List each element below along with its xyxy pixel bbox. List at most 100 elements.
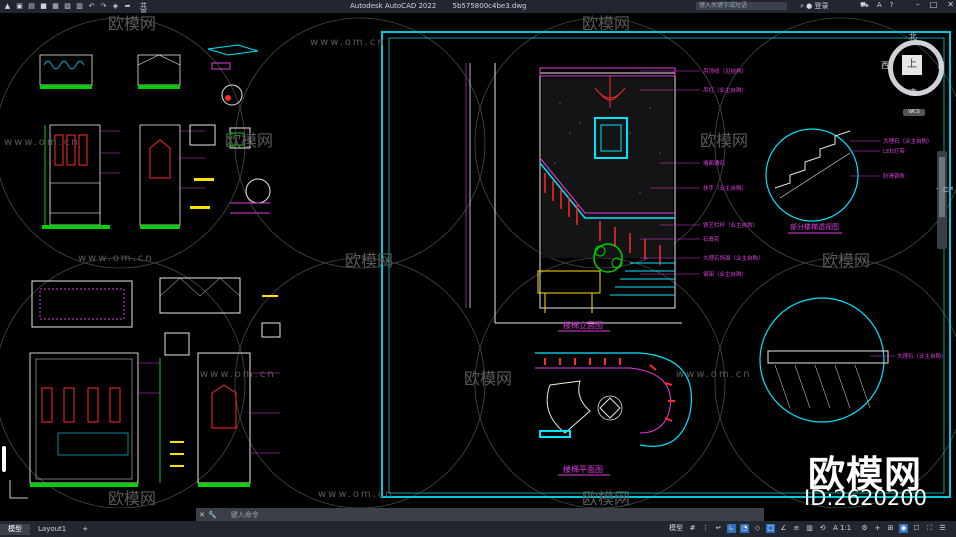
command-line[interactable]: ✕ 🔧 键入命令 (196, 508, 764, 521)
close-command-icon[interactable]: ✕ (196, 511, 208, 519)
callout-7: 大理石饰面（业主自购） (703, 256, 764, 262)
open-icon[interactable]: ▣ (16, 3, 23, 10)
minimize-icon[interactable]: – (916, 0, 920, 9)
model-space-button[interactable]: 模型 (668, 524, 684, 533)
customize-icon[interactable]: 🔧 (208, 511, 217, 519)
settings-gear-icon[interactable]: ⚙ (860, 524, 869, 533)
maximize-icon[interactable]: □ (930, 0, 938, 9)
status-tools-right: ⚙ + ⊞ ◉ ☐ ⛶ ☰ (860, 524, 947, 533)
viewcube-west[interactable]: 西 (881, 60, 889, 71)
wcs-button[interactable]: WCS (903, 109, 925, 116)
stair-plan (535, 352, 692, 476)
stair-plan-title: 楼梯平面图 (563, 465, 603, 474)
app-menu-icon[interactable]: ▲ (4, 3, 11, 10)
lineweight-icon[interactable]: ≡ (792, 524, 801, 533)
save-icon[interactable]: ■ (40, 3, 47, 10)
user-icon: ● (806, 2, 813, 10)
viewcube[interactable]: 上 北 南 西 东 (881, 32, 945, 98)
tab-model[interactable]: 模型 (0, 523, 30, 535)
search-input[interactable]: 键入关键字或短语 (696, 2, 787, 10)
callout-3: 墙面铺石 (703, 161, 726, 167)
infer-icon[interactable]: ↵ (714, 524, 723, 533)
wardrobe-elevation-bottom-left (29, 277, 281, 487)
cart-icon[interactable]: ⛟ (860, 1, 869, 10)
login-button[interactable]: ⌕ ● 登录 (800, 1, 829, 11)
autodesk-a360-icon[interactable]: A (877, 1, 882, 10)
polar-icon[interactable]: ◔ (740, 524, 749, 533)
ucs-icon (9, 480, 28, 499)
undo-icon[interactable]: ↶ (88, 3, 95, 10)
print-icon[interactable]: ▥ (76, 3, 83, 10)
titlebar-tools: ⛟ A ? (860, 1, 893, 10)
annotation-scale-icon[interactable]: A (831, 524, 840, 533)
fullscreen-icon[interactable]: ⛶ (925, 524, 934, 533)
share-arrow-icon[interactable]: ➦ (124, 3, 131, 10)
app-name: Autodesk AutoCAD 2022 (350, 2, 437, 10)
detail-title: 部分楼梯透视图 (790, 223, 839, 231)
stair-elevation (465, 63, 700, 332)
window-title: Autodesk AutoCAD 2022 5b575800c4be3.dwg (350, 2, 527, 10)
transparency-icon[interactable]: ▥ (805, 524, 814, 533)
navigation-bar[interactable] (937, 151, 947, 249)
watermark-url-1: www.om.cn (310, 37, 386, 48)
save-as-icon[interactable]: ▦ (52, 3, 59, 10)
drawing-canvas[interactable]: 楼梯立面图 楼梯平面图 部分楼梯透视图 吊顶线（见结构） 吊灯（业主自购） 墙面… (0, 13, 956, 510)
detail-callout-2: LED灯带 (883, 149, 905, 155)
detail-circle-top (765, 128, 880, 234)
watermark-brand-5: 欧模网 (345, 251, 394, 270)
callout-6: 石膏花 (703, 237, 720, 243)
workspace-icon[interactable]: ◈ (112, 3, 119, 10)
detail-callout-1: 大理石（业主自购） (883, 139, 933, 145)
hardware-accel-icon[interactable]: ◉ (899, 524, 908, 533)
vp-restore-icon[interactable]: 口 (943, 185, 949, 194)
detail-circle-bottom (759, 297, 895, 423)
share-button[interactable]: 共享 (140, 3, 147, 17)
isodraft-icon[interactable]: ◇ (753, 524, 762, 533)
vp-close-icon[interactable]: x (950, 185, 954, 192)
grid-icon[interactable]: # (688, 524, 697, 533)
snap-icon[interactable]: ⋮ (701, 524, 710, 533)
detail-callout-bottom: 大理石（业主自购） (897, 354, 947, 360)
otrack-icon[interactable]: ∠ (779, 524, 788, 533)
document-name: 5b575800c4be3.dwg (452, 2, 527, 10)
detail-callout-3: 防滑铜条 (883, 174, 906, 180)
osnap-icon[interactable]: □ (766, 524, 775, 533)
vp-minimize-icon[interactable]: - (936, 185, 938, 192)
stair-elevation-title: 楼梯立面图 (563, 321, 603, 330)
watermark-brand-1: 欧模网 (108, 14, 157, 33)
units-icon[interactable]: ⊞ (886, 524, 895, 533)
status-tools: 模型 # ⋮ ↵ ∟ ◔ ◇ □ ∠ ≡ ▥ ⟲ A (668, 524, 840, 533)
watermark-url-6: www.om.cn (318, 489, 394, 500)
saveall-icon[interactable]: ▧ (64, 3, 71, 10)
watermark-brand-2: 欧模网 (582, 14, 631, 33)
close-icon[interactable]: ✕ (947, 0, 954, 9)
selection-cycle-icon[interactable]: ⟲ (818, 524, 827, 533)
redo-icon[interactable]: ↷ (100, 3, 107, 10)
viewcube-east[interactable]: 东 (937, 60, 945, 71)
watermark-url-5: www.om.cn (676, 369, 752, 380)
watermark-url-3: www.om.cn (78, 253, 154, 264)
isolate-icon[interactable]: ☐ (912, 524, 921, 533)
callout-1: 吊顶线（见结构） (703, 69, 748, 75)
add-layout-button[interactable]: + (74, 524, 96, 535)
command-input[interactable]: 键入命令 (231, 510, 259, 520)
watermark-url-2: www.om.cn (4, 137, 80, 148)
scale-label[interactable]: 1:1 (840, 524, 851, 532)
customize-menu-icon[interactable]: ☰ (938, 524, 947, 533)
watermark-brand-7: 欧模网 (464, 369, 513, 388)
ortho-icon[interactable]: ∟ (727, 524, 736, 533)
left-edge-marker (2, 446, 6, 472)
search-icon[interactable]: ⌕ (800, 2, 804, 10)
open-folder-icon[interactable]: ▤ (28, 3, 35, 10)
viewcube-south[interactable]: 南 (909, 87, 917, 98)
tab-layout1[interactable]: Layout1 (30, 524, 74, 535)
callout-8: 钢架（业主自购） (703, 272, 748, 278)
status-bar: 模型 Layout1 + 模型 # ⋮ ↵ ∟ ◔ ◇ □ ∠ ≡ ▥ ⟲ A … (0, 521, 956, 537)
watermark-brand-8: 欧模网 (108, 489, 157, 508)
callout-4: 扶手（业主自购） (703, 186, 748, 192)
help-icon[interactable]: ? (890, 1, 894, 10)
viewcube-top-face[interactable]: 上 (902, 55, 922, 75)
watermark-brand-9: 欧模网 (582, 489, 631, 508)
viewcube-north[interactable]: 北 (909, 31, 917, 42)
plus-icon[interactable]: + (873, 524, 882, 533)
